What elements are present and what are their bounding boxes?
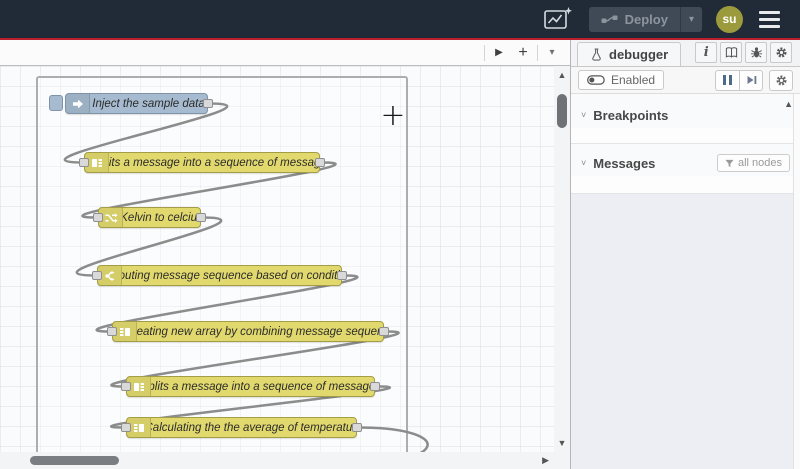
flow-node-split[interactable]: Splits a message into a sequence of mess… [79,152,325,173]
tabbar-separator [537,44,538,61]
output-port[interactable] [203,99,213,108]
messages-panel-body [571,194,800,469]
debugger-enabled-toggle[interactable]: Enabled [578,70,665,90]
tab-help[interactable] [720,42,743,63]
messages-list-empty [571,176,800,194]
output-port[interactable] [370,382,380,391]
debugger-settings-button[interactable] [769,69,793,91]
scroll-down-icon[interactable]: ▼ [554,438,570,448]
scroll-up-icon[interactable]: ▲ [554,70,570,80]
horizontal-scroll-thumb[interactable] [30,456,119,465]
flow-list-caret-icon[interactable]: ▾ [540,42,564,64]
sidebar-tabs-caret-icon[interactable]: ▾ [795,47,800,58]
scroll-right-icon[interactable]: ▶ [542,455,549,466]
debugger-panel: ▲ ˅ Breakpoints ˅ Messages all nodes [571,94,800,469]
pause-button[interactable] [715,69,739,91]
flow-node-inject[interactable]: Inject the sample data [49,93,213,114]
tab-debugger-label: debugger [609,47,669,62]
filter-label: all nodes [737,157,782,169]
tabbar-separator [484,44,485,61]
input-port[interactable] [121,423,131,432]
step-next-icon [747,76,756,84]
output-port[interactable] [196,213,206,222]
input-port[interactable] [92,271,102,280]
chevron-down-icon: ˅ [581,158,587,168]
node-label: Splits a message into a sequence of mess… [109,156,319,169]
toggle-icon [587,75,605,85]
step-button[interactable] [739,69,763,91]
add-flow-button[interactable]: + [511,42,535,64]
avatar-initials: su [722,12,737,26]
messages-section-header[interactable]: ˅ Messages all nodes [571,150,800,176]
tab-config-nodes[interactable] [770,42,793,63]
flow-canvas[interactable]: Inject the sample data Splits a message i… [0,66,554,452]
breakpoints-label: Breakpoints [593,107,669,123]
flow-node-split[interactable]: Splits a message into a sequence of mess… [121,376,380,397]
info-icon: i [703,45,709,60]
node-label: Splits a message into a sequence of mess… [151,380,374,393]
tab-debugger[interactable]: debugger [577,42,682,66]
deploy-label: Deploy [624,11,668,27]
deploy-button[interactable]: Deploy [589,7,680,32]
deploy-nodes-icon [601,15,618,23]
scroll-tabs-right-icon[interactable]: ▶ [487,42,511,64]
enabled-label: Enabled [611,73,656,87]
sidebar-tab-bar: debugger i [571,40,800,67]
caret-down-icon: ▾ [688,13,694,25]
input-port[interactable] [79,158,89,167]
messages-label: Messages [593,155,656,171]
canvas-vertical-scrollbar[interactable]: ▲ ▼ [554,66,570,452]
gear-icon [776,75,786,85]
gear-icon [776,47,787,58]
chevron-down-icon: ˅ [581,110,587,120]
scrollbar-corner [554,452,570,469]
breakpoints-section-header[interactable]: ˅ Breakpoints [571,102,800,128]
output-port[interactable] [379,327,389,336]
input-port[interactable] [107,327,117,336]
node-label: Routing message sequence based on condit… [122,269,341,282]
pause-icon [723,75,732,85]
bug-icon [750,47,762,58]
flow-node-join[interactable]: Creating new array by combining message … [107,321,389,342]
funnel-filter-icon [725,159,734,167]
node-label: Creating new array by combining message … [137,325,383,338]
output-port[interactable] [352,423,362,432]
input-port[interactable] [93,213,103,222]
breakpoints-list-empty [571,128,800,144]
node-label: Inject the sample data [92,97,205,110]
book-icon [725,47,737,58]
deploy-options-caret[interactable]: ▾ [679,6,702,32]
flow-tab-bar: ▶ + ▾ [0,40,570,66]
vertical-scroll-thumb[interactable] [557,94,567,128]
output-port[interactable] [315,158,325,167]
panel-scroll-up-icon[interactable]: ▲ [784,99,793,109]
workspace: ▶ + ▾ Inject the sample data Splits a mes… [0,40,570,469]
sidebar-mini-tabs: i [695,42,800,66]
main-menu-hamburger-icon[interactable] [757,7,782,32]
inject-trigger-button[interactable] [49,95,63,111]
tab-debug-messages[interactable] [745,42,768,63]
node-label: Calculating the the average of temperatu… [151,421,356,434]
canvas-horizontal-scrollbar[interactable]: ▶ [0,452,554,469]
debugger-step-controls [715,69,763,91]
sidebar-scroll-track[interactable] [793,94,800,469]
user-avatar[interactable]: su [716,5,743,33]
flow-node-switch[interactable]: Routing message sequence based on condit… [92,265,347,286]
node-label: Kelvin to celcius [123,211,200,224]
flask-icon [592,48,601,61]
debugger-toolbar: Enabled [571,67,800,94]
tab-info[interactable]: i [695,42,718,63]
message-filter-button[interactable]: all nodes [716,154,790,172]
output-port[interactable] [337,271,347,280]
header-bar: Deploy ▾ su [0,0,800,38]
deploy-button-group: Deploy ▾ [588,6,702,32]
inject-arrow-icon [66,94,90,113]
sidebar: debugger i Enabled ▲ ˅ Breakpoints ˅ Mes… [570,40,800,469]
flow-chart-sparkle-icon[interactable] [541,5,575,33]
input-port[interactable] [121,382,131,391]
flow-node-change[interactable]: Kelvin to celcius [93,207,206,228]
flow-node-join[interactable]: Calculating the the average of temperatu… [121,417,362,438]
